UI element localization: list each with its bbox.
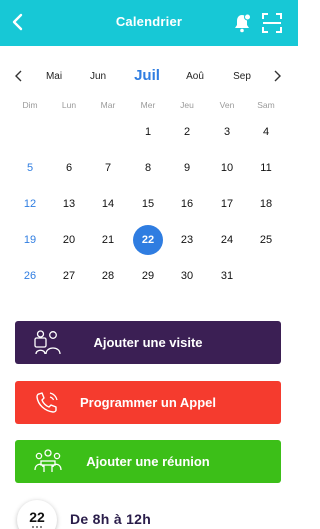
schedule-call-label: Programmer un Appel bbox=[79, 395, 217, 410]
calendar-day[interactable]: 23 bbox=[172, 225, 202, 255]
calendar-day[interactable]: 28 bbox=[93, 261, 123, 291]
calendar-day-sunday[interactable]: 5 bbox=[15, 153, 45, 183]
add-visit-button[interactable]: Ajouter une visite bbox=[15, 321, 281, 364]
calendar-day[interactable]: 11 bbox=[251, 153, 281, 183]
calendar-day[interactable]: 2 bbox=[172, 117, 202, 147]
notification-bell-icon[interactable] bbox=[231, 12, 253, 34]
schedule-date: 22 bbox=[29, 509, 45, 525]
weekday-label: Mar bbox=[100, 100, 116, 110]
calendar-day-selected[interactable]: 22 bbox=[133, 225, 163, 255]
schedule-call-button[interactable]: Programmer un Appel bbox=[15, 381, 281, 424]
calendar-day[interactable]: 14 bbox=[93, 189, 123, 219]
calendar-day[interactable]: 21 bbox=[93, 225, 123, 255]
month-june[interactable]: Jun bbox=[78, 71, 118, 82]
calendar-day-sunday[interactable]: 19 bbox=[15, 225, 45, 255]
calendar-day[interactable]: 4 bbox=[251, 117, 281, 147]
calendar-day[interactable]: 20 bbox=[54, 225, 84, 255]
calendar-day[interactable]: 8 bbox=[133, 153, 163, 183]
calendar-day[interactable]: 13 bbox=[54, 189, 84, 219]
calendar-day[interactable]: 1 bbox=[133, 117, 163, 147]
month-september[interactable]: Sep bbox=[222, 71, 262, 82]
calendar-day[interactable]: 27 bbox=[54, 261, 84, 291]
add-visit-label: Ajouter une visite bbox=[93, 335, 203, 350]
calendar-day[interactable]: 15 bbox=[133, 189, 163, 219]
calendar-day[interactable]: 30 bbox=[172, 261, 202, 291]
month-july-active[interactable]: Juil bbox=[127, 67, 167, 84]
calendar-day[interactable]: 17 bbox=[212, 189, 242, 219]
calendar-day[interactable]: 31 bbox=[212, 261, 242, 291]
calendar-day[interactable]: 9 bbox=[172, 153, 202, 183]
calendar-day-sunday[interactable]: 12 bbox=[15, 189, 45, 219]
weekday-label: Dim bbox=[22, 100, 38, 110]
page-title: Calendrier bbox=[115, 14, 183, 29]
calendar-day[interactable]: 16 bbox=[172, 189, 202, 219]
schedule-date-badge: 22 bbox=[17, 500, 57, 529]
schedule-time-range: De 8h à 12h bbox=[70, 511, 152, 527]
calendar-day[interactable]: 18 bbox=[251, 189, 281, 219]
calendar-day[interactable]: 7 bbox=[93, 153, 123, 183]
calendar-day[interactable]: 6 bbox=[54, 153, 84, 183]
weekday-label: Jeu bbox=[180, 100, 194, 110]
month-may[interactable]: Mai bbox=[34, 71, 74, 82]
calendar-day[interactable]: 10 bbox=[212, 153, 242, 183]
month-august[interactable]: Aoû bbox=[175, 71, 215, 82]
scan-icon[interactable] bbox=[261, 12, 283, 34]
weekday-label: Sam bbox=[257, 100, 275, 110]
calendar-day[interactable]: 3 bbox=[212, 117, 242, 147]
weekday-label: Mer bbox=[140, 100, 156, 110]
calendar-day-sunday[interactable]: 26 bbox=[15, 261, 45, 291]
month-selector: Mai Jun Juil Aoû Sep bbox=[0, 64, 298, 90]
add-meeting-label: Ajouter une réunion bbox=[86, 454, 210, 469]
app-header: Calendrier bbox=[0, 0, 298, 46]
calendar-day[interactable]: 29 bbox=[133, 261, 163, 291]
dots-indicator bbox=[32, 526, 42, 528]
weekday-label: Lun bbox=[61, 100, 77, 110]
previous-month-icon[interactable] bbox=[12, 69, 26, 83]
weekday-label: Ven bbox=[219, 100, 235, 110]
add-meeting-button[interactable]: Ajouter une réunion bbox=[15, 440, 281, 483]
next-month-icon[interactable] bbox=[270, 69, 284, 83]
calendar-day[interactable]: 24 bbox=[212, 225, 242, 255]
calendar-day[interactable]: 25 bbox=[251, 225, 281, 255]
